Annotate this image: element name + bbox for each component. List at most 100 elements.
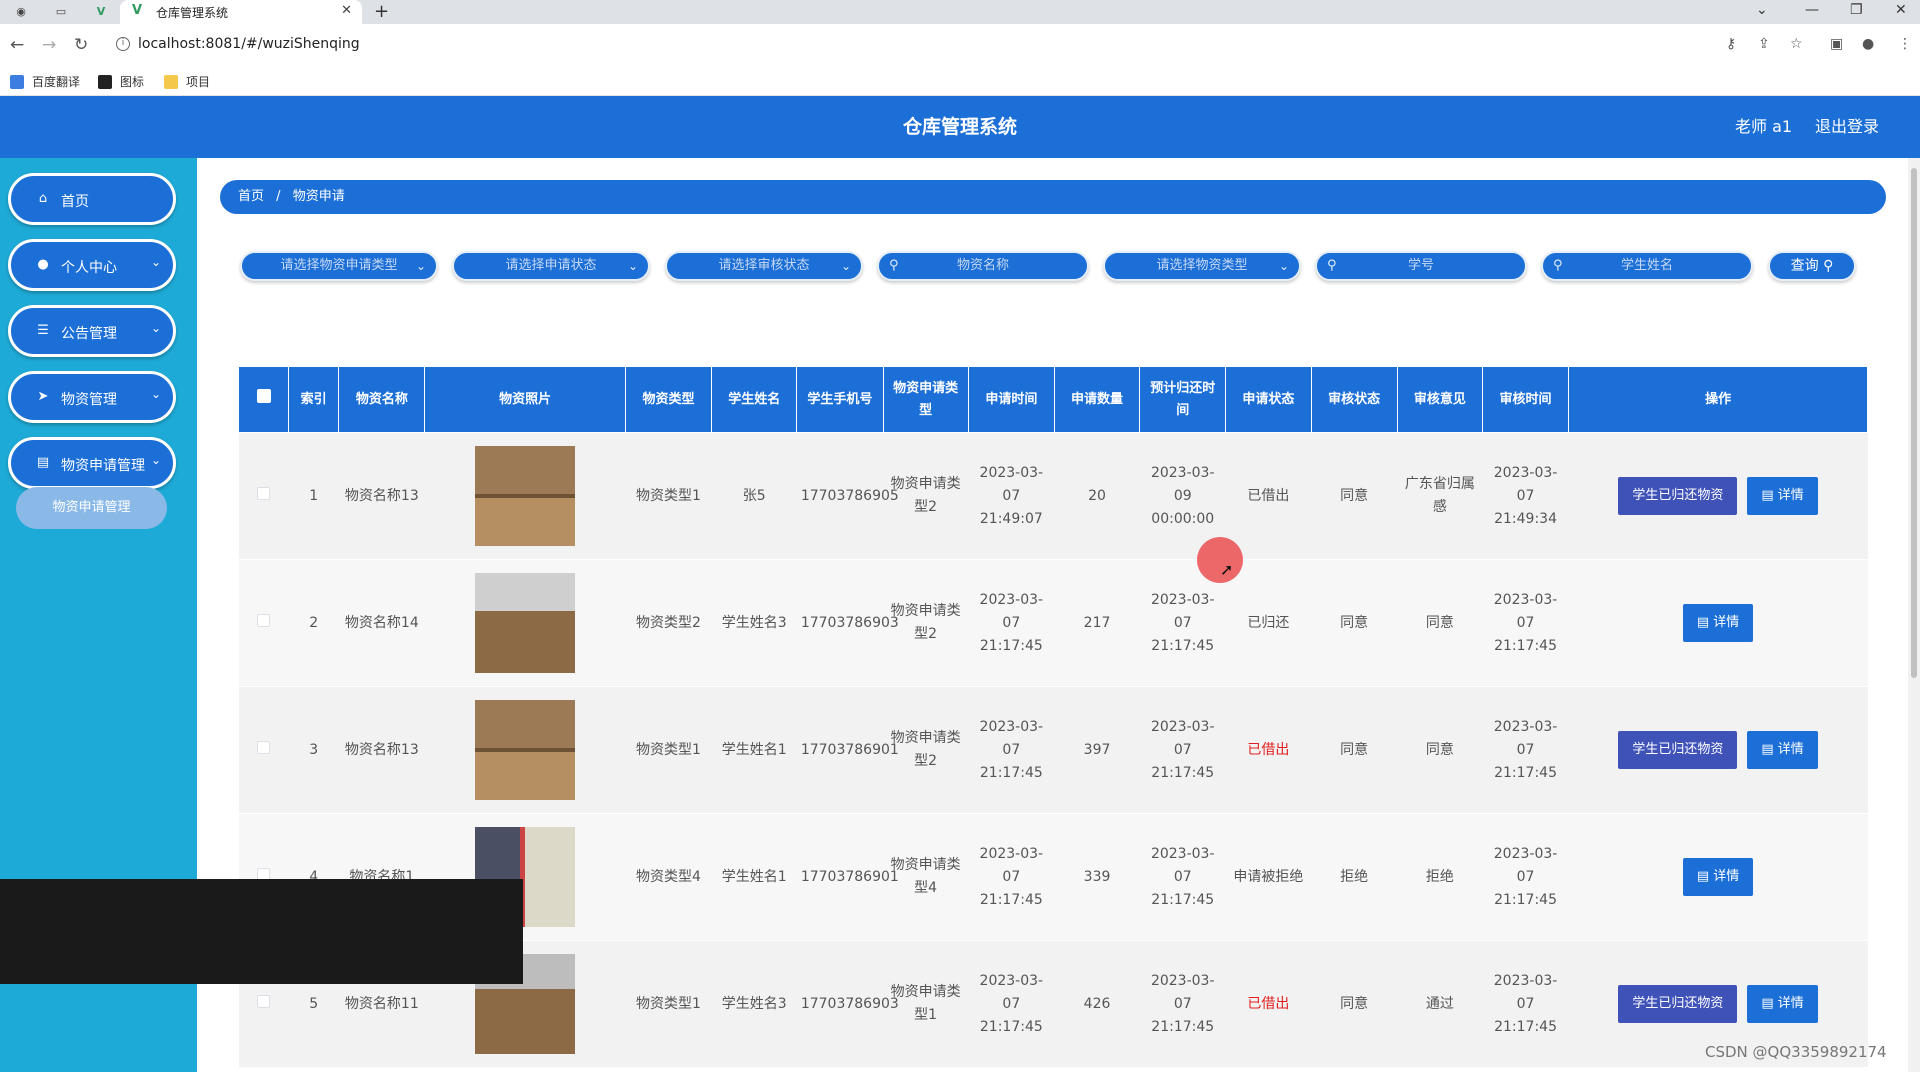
apply-status-select[interactable]: 请选择申请状态 ⌄ <box>452 251 650 281</box>
detail-button[interactable]: ▤ 详情 <box>1747 985 1818 1023</box>
material-name-input[interactable]: ⚲ 物资名称 <box>877 251 1089 281</box>
new-tab-icon[interactable]: + <box>374 1 389 22</box>
cell-index: 1 <box>288 432 339 560</box>
doc-icon: ▤ <box>1696 615 1710 630</box>
chevron-down-icon[interactable]: ⌄ <box>1756 2 1768 18</box>
logout-link[interactable]: 退出登录 <box>1815 96 1879 158</box>
material-type-select[interactable]: 请选择物资类型 ⌄ <box>1103 251 1301 281</box>
share-icon[interactable]: ⇪ <box>1758 36 1770 52</box>
cell-opinion: 同意 <box>1397 559 1483 687</box>
sidebar-item-label: 公告管理 <box>61 326 117 342</box>
profile-icon[interactable]: ◉ <box>12 3 30 21</box>
chevron-down-icon: ⌄ <box>150 453 161 467</box>
material-photo-cell <box>424 432 626 560</box>
row-actions: ▤ 详情 <box>1573 604 1864 642</box>
sidebar-item-material[interactable]: ➤ 物资管理 ⌄ <box>8 371 176 423</box>
select-all-checkbox[interactable] <box>256 388 271 403</box>
select-all-header[interactable] <box>238 366 290 433</box>
cell-phone: 17703786901 <box>796 813 899 941</box>
sidebar-item-home[interactable]: ⌂ 首页 <box>8 173 176 225</box>
home-icon: ⌂ <box>38 191 48 206</box>
breadcrumb: 首页 / 物资申请 <box>220 180 1886 214</box>
minimize-icon[interactable]: — <box>1805 2 1819 18</box>
detail-button[interactable]: ▤ 详情 <box>1747 477 1818 515</box>
material-photo-cell <box>424 686 626 814</box>
column-header: 申请时间 <box>967 366 1055 433</box>
key-icon[interactable]: ⚷ <box>1726 36 1736 52</box>
window-close-icon[interactable]: ✕ <box>1895 2 1907 18</box>
bookmark-project[interactable]: 项目 <box>164 73 210 90</box>
chevron-down-icon: ⌄ <box>627 259 638 273</box>
returned-button[interactable]: 学生已归还物资 <box>1618 477 1738 515</box>
sidebar-item-notice[interactable]: ☰ 公告管理 ⌄ <box>8 305 176 357</box>
cell-name: 物资名称13 <box>338 686 425 814</box>
cell-status: 已归还 <box>1225 559 1312 687</box>
current-user: 老师 a1 <box>1735 117 1793 136</box>
column-header: 学生姓名 <box>711 366 798 433</box>
app-header: 仓库管理系统 老师 a1 退出登录 <box>0 96 1920 158</box>
url-field[interactable]: i localhost:8081/#/wuziShenqing <box>108 30 1708 60</box>
material-photo[interactable] <box>475 446 576 546</box>
row-checkbox[interactable] <box>257 740 271 754</box>
cell-student: 张5 <box>711 432 797 560</box>
detail-button[interactable]: ▤ 详情 <box>1747 731 1818 769</box>
row-checkbox[interactable] <box>257 486 271 500</box>
material-photo[interactable] <box>475 573 576 673</box>
vue-tab-icon[interactable]: V <box>92 3 110 21</box>
page-scrollbar[interactable] <box>1908 158 1920 1072</box>
row-select-cell[interactable] <box>238 432 289 560</box>
tab-icon[interactable]: ▭ <box>52 3 70 21</box>
star-icon[interactable]: ☆ <box>1790 36 1803 52</box>
bookmark-icons[interactable]: 图标 <box>98 73 144 90</box>
cell-student: 学生姓名1 <box>711 813 797 941</box>
menu-dots-icon[interactable]: ⋮ <box>1898 36 1912 52</box>
sidebar-item-apply[interactable]: ▤ 物资申请管理 ⌄ <box>8 437 176 489</box>
select-placeholder: 请选择审核状态 <box>718 258 810 273</box>
column-header: 学生手机号 <box>796 366 884 433</box>
cell-name: 物资名称14 <box>338 559 425 687</box>
detail-button[interactable]: ▤ 详情 <box>1682 858 1754 896</box>
reload-icon[interactable]: ↻ <box>74 35 88 55</box>
close-icon[interactable]: ✕ <box>341 3 352 18</box>
sidebar-subitem-apply-manage[interactable]: 物资申请管理 <box>16 487 167 529</box>
back-icon[interactable]: ← <box>10 35 24 55</box>
sidebar-item-profile[interactable]: ● 个人中心 ⌄ <box>8 239 176 291</box>
doc-icon: ▤ <box>1761 488 1774 503</box>
row-select-cell[interactable] <box>238 559 289 687</box>
account-icon[interactable]: ● <box>1862 36 1874 52</box>
bookmark-translate[interactable]: 百度翻译 <box>10 73 80 90</box>
material-photo-cell <box>424 559 626 687</box>
apply-type-select[interactable]: 请选择物资申请类型 ⌄ <box>240 251 438 281</box>
search-icon: ⚲ <box>1823 258 1834 274</box>
scroll-thumb[interactable] <box>1911 168 1917 678</box>
chevron-down-icon: ⌄ <box>415 259 426 273</box>
cell-apply-time: 2023-03-07 21:49:07 <box>968 432 1055 560</box>
student-name-input[interactable]: ⚲ 学生姓名 <box>1541 251 1753 281</box>
chevron-down-icon: ⌄ <box>1278 259 1289 273</box>
info-icon[interactable]: i <box>116 37 130 51</box>
sidepanel-icon[interactable]: ▣ <box>1830 36 1843 52</box>
column-header: 索引 <box>288 366 340 433</box>
row-select-cell[interactable] <box>238 686 289 814</box>
bookmark-label: 百度翻译 <box>32 75 81 89</box>
detail-button[interactable]: ▤ 详情 <box>1682 604 1754 642</box>
restore-icon[interactable]: ❐ <box>1850 2 1863 18</box>
student-no-input[interactable]: ⚲ 学号 <box>1315 251 1527 281</box>
row-checkbox[interactable] <box>257 613 271 627</box>
column-header: 物资申请类型 <box>882 366 969 433</box>
returned-button[interactable]: 学生已归还物资 <box>1618 985 1738 1023</box>
detail-label: 详情 <box>1777 996 1804 1011</box>
cell-phone: 17703786905 <box>796 432 899 560</box>
query-button[interactable]: 查询 ⚲ <box>1768 251 1856 281</box>
material-photo[interactable] <box>475 700 576 800</box>
input-placeholder: 物资名称 <box>956 258 1009 273</box>
row-checkbox[interactable] <box>257 994 271 1008</box>
returned-button[interactable]: 学生已归还物资 <box>1618 731 1738 769</box>
browser-tab-active[interactable]: V 仓库管理系统 ✕ <box>120 0 362 24</box>
search-icon: ⚲ <box>1553 258 1563 273</box>
column-header: 申请状态 <box>1225 366 1312 433</box>
review-status-select[interactable]: 请选择审核状态 ⌄ <box>665 251 863 281</box>
cell-return-time: 2023-03-07 21:17:45 <box>1139 813 1226 941</box>
forward-icon[interactable]: → <box>42 35 56 55</box>
breadcrumb-home[interactable]: 首页 <box>238 189 264 204</box>
